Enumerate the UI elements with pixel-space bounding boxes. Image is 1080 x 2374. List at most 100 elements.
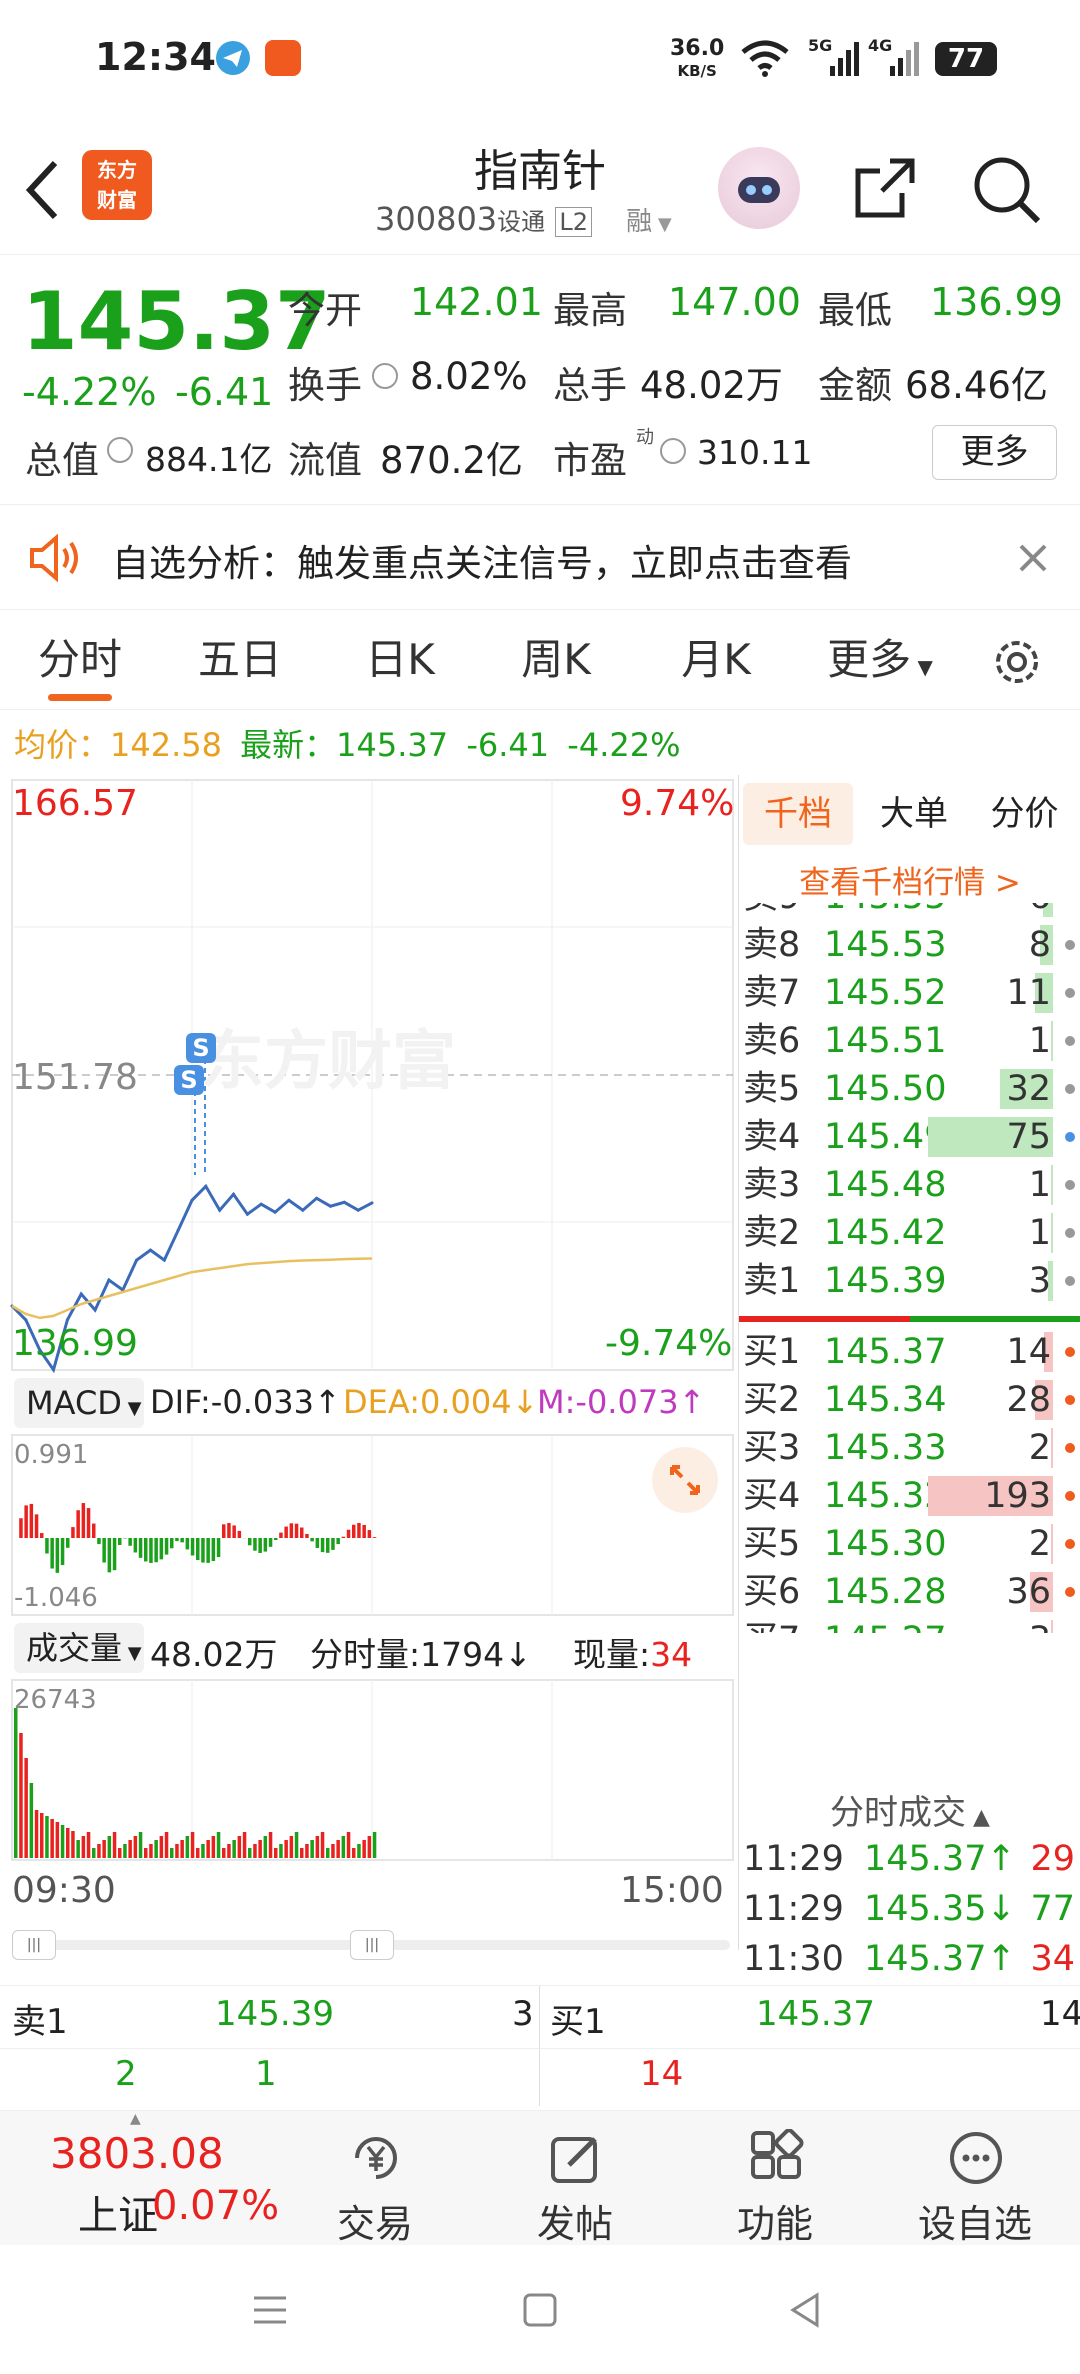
- macd-bar: [300, 1527, 304, 1538]
- depth-price: 145.33: [824, 1428, 947, 1468]
- tab-week-k[interactable]: 周K: [496, 610, 616, 710]
- expand-icon[interactable]: [652, 1447, 718, 1513]
- info-icon[interactable]: [107, 437, 133, 463]
- info-icon[interactable]: [372, 363, 398, 389]
- depth-level: 卖2: [743, 1213, 801, 1253]
- info-icon[interactable]: [660, 438, 686, 464]
- menu-icon[interactable]: [250, 2290, 290, 2330]
- depth-level: 卖6: [743, 1021, 801, 1061]
- chart-bottom-pct: -9.74%: [605, 1323, 733, 1364]
- price-point: [93, 1308, 97, 1312]
- index-value: 3803.08: [50, 2129, 224, 2178]
- more-button[interactable]: 更多: [932, 425, 1057, 480]
- macd-bar: [45, 1538, 49, 1554]
- robot-avatar-icon[interactable]: [718, 147, 800, 229]
- macd-bar: [92, 1523, 96, 1538]
- trade-row: 11:29 145.37↑ 29: [739, 1835, 1080, 1883]
- depth-dot: [1065, 1132, 1075, 1142]
- pe-dynamic-sup: 动: [636, 427, 654, 448]
- price-point: [135, 1258, 139, 1262]
- macd-bar: [326, 1538, 330, 1553]
- depth-level: 买2: [743, 1380, 801, 1420]
- volume-bar: [159, 1836, 164, 1858]
- scroll-handle-left[interactable]: |||: [12, 1930, 56, 1960]
- tab-more-label: 更多: [827, 635, 912, 684]
- turnover-label: 换手: [288, 364, 362, 407]
- depth-dot: [1065, 1276, 1075, 1286]
- signal-marker-s[interactable]: S: [174, 1065, 204, 1095]
- depth-volume: 1: [1028, 1213, 1051, 1253]
- depth-price: 145.53: [824, 925, 947, 965]
- depth-dot: [1065, 1491, 1075, 1501]
- close-icon[interactable]: [1015, 540, 1051, 576]
- depth-row: 买7 145.27 3: [739, 1616, 1080, 1633]
- stock-code-tag: 设通: [497, 208, 546, 236]
- trade-time: 11:30: [743, 1939, 844, 1979]
- scroll-handle-right[interactable]: |||: [350, 1930, 394, 1960]
- macd-label: MACD: [26, 1384, 122, 1422]
- edit-icon: [547, 2129, 605, 2187]
- chart-area[interactable]: 东方财富 S S 166.57 9.74% 151.78 136.99 -9.7…: [0, 775, 735, 1960]
- back-icon[interactable]: [20, 155, 70, 225]
- chevron-up-icon: ▲: [130, 2111, 141, 2127]
- best-ask-label: 卖1: [12, 2002, 68, 2042]
- trades-header[interactable]: 分时成交 ▲: [739, 1785, 1080, 1834]
- margin-badge[interactable]: 融: [626, 207, 652, 237]
- depth-row: 卖4 145.49 75: [739, 1113, 1080, 1161]
- macd-bar: [144, 1538, 148, 1562]
- volume-bar: [40, 1813, 44, 1858]
- depth-price: 145.48: [824, 1165, 947, 1205]
- volume-bar: [279, 1844, 283, 1858]
- depth-volume: 6: [1029, 903, 1051, 921]
- volume-selector[interactable]: 成交量 ▼: [14, 1623, 144, 1673]
- volume-bar: [133, 1836, 138, 1858]
- index-widget[interactable]: ▲ 3803.08 上证 0.07%: [0, 2111, 290, 2246]
- depth-row: 卖6 145.51 1: [739, 1017, 1080, 1065]
- grid-icon: [747, 2128, 805, 2187]
- price-point: [162, 1258, 166, 1262]
- tab-depth[interactable]: 千档: [743, 783, 853, 845]
- post-button[interactable]: 发帖: [475, 2111, 675, 2246]
- macd-selector[interactable]: MACD ▼: [14, 1378, 144, 1428]
- settings-icon[interactable]: [990, 635, 1044, 689]
- tab-five-day[interactable]: 五日: [180, 610, 300, 710]
- trade-volume: 29: [1030, 1839, 1075, 1879]
- depth-volume: 32: [1006, 1069, 1051, 1109]
- quote-panel: 145.37 -4.22% -6.41 总值 884.1亿 今开 142.01 …: [0, 255, 1080, 505]
- functions-button[interactable]: 功能: [675, 2111, 875, 2246]
- add-watchlist-button[interactable]: 设自选: [875, 2111, 1075, 2246]
- volume-bar: [107, 1836, 112, 1858]
- tab-big-order[interactable]: 大单: [869, 783, 959, 845]
- macd-bar: [60, 1538, 65, 1566]
- depth-dot: [1065, 1228, 1075, 1238]
- tab-more[interactable]: 更多 ▼: [820, 610, 940, 710]
- best-ask-price: 145.39: [215, 1994, 334, 2034]
- notice-bar[interactable]: 自选分析：触发重点关注信号，立即点击查看: [0, 505, 1080, 610]
- back-nav-icon[interactable]: [785, 2290, 825, 2330]
- volume-bar: [154, 1840, 158, 1858]
- signal-marker-s[interactable]: S: [186, 1033, 216, 1063]
- depth-volume-bar: [1051, 1165, 1053, 1205]
- share-icon[interactable]: [850, 153, 920, 223]
- current-price: 145.37: [22, 275, 331, 368]
- trade-button[interactable]: 交易: [275, 2111, 475, 2246]
- price-point: [65, 1318, 69, 1322]
- depth-link[interactable]: 查看千档行情 >: [739, 857, 1080, 902]
- turnover-value: 8.02%: [410, 355, 528, 398]
- tab-day-k[interactable]: 日K: [340, 610, 460, 710]
- depth-price: 145.27: [824, 1616, 946, 1633]
- price-point: [287, 1198, 291, 1202]
- depth-row: 买6 145.28 36: [739, 1568, 1080, 1616]
- depth-dot: [1065, 940, 1075, 950]
- volume-bar: [76, 1840, 80, 1858]
- macd-bar: [34, 1514, 39, 1538]
- chevron-down-icon: ▼: [652, 214, 672, 235]
- volume-bar: [248, 1848, 252, 1858]
- tab-month-k[interactable]: 月K: [656, 610, 776, 710]
- home-icon[interactable]: [520, 2290, 560, 2330]
- tab-indicator: [48, 694, 112, 701]
- search-icon[interactable]: [970, 153, 1045, 228]
- price-point: [315, 1196, 319, 1200]
- tab-price-dist[interactable]: 分价: [977, 783, 1072, 845]
- depth-divider: [739, 1316, 1080, 1322]
